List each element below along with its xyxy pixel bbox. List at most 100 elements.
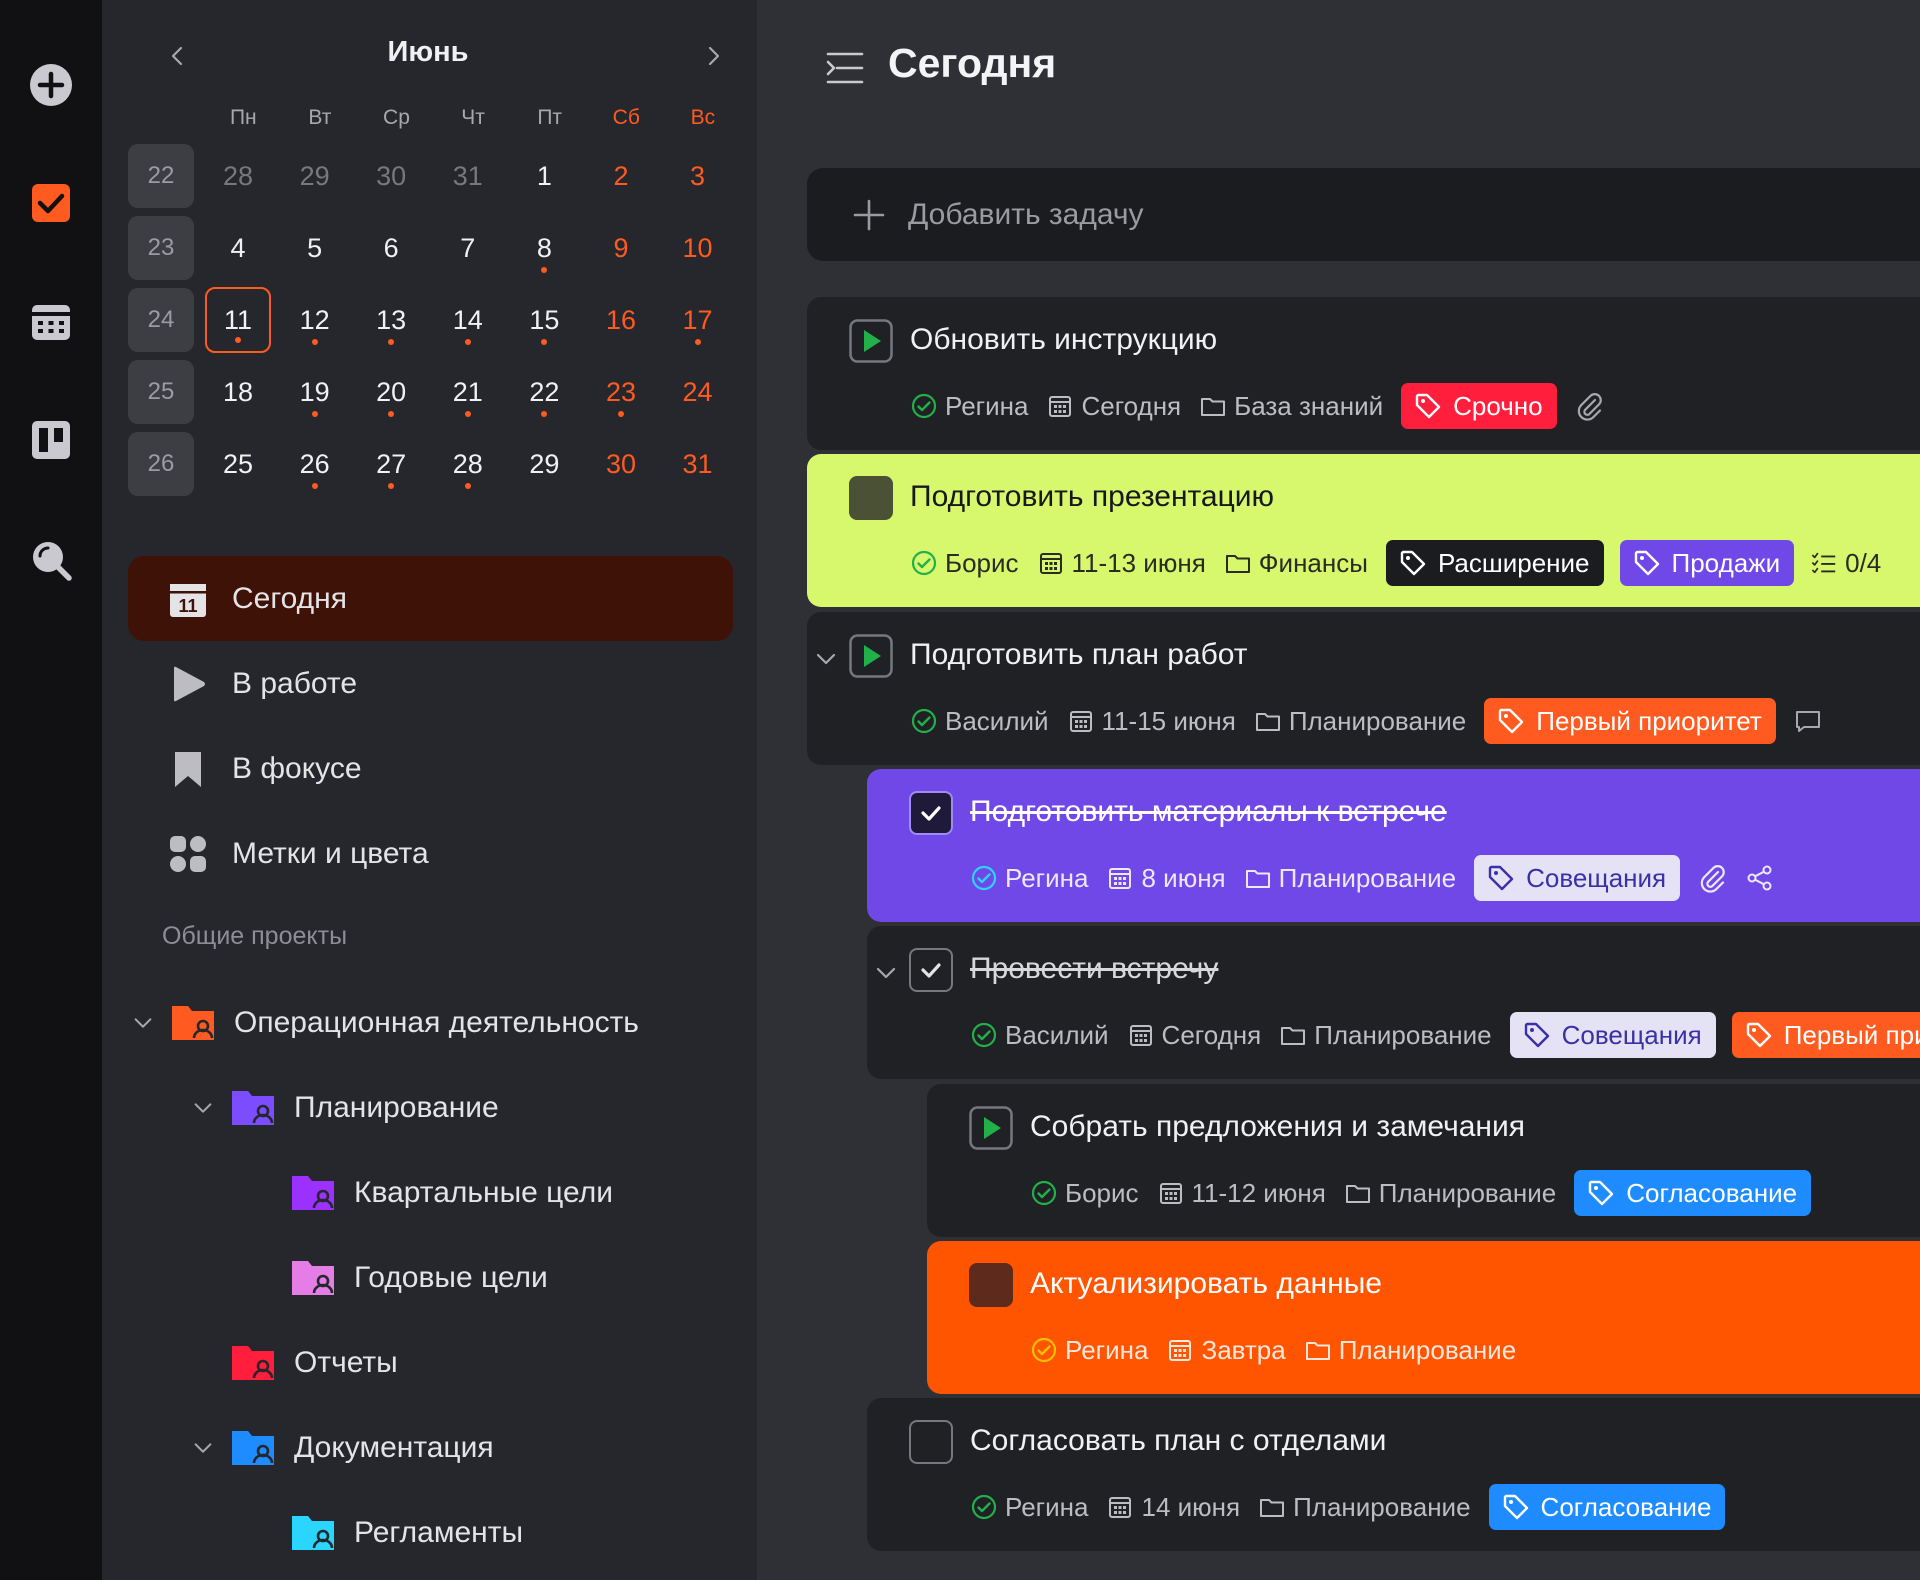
calendar-day[interactable]: 20: [358, 359, 424, 425]
attachment-icon[interactable]: [1573, 390, 1605, 422]
calendar-day[interactable]: 22: [511, 359, 577, 425]
calendar-day[interactable]: 5: [282, 215, 348, 281]
task-row[interactable]: Провести встречу Василий Сегодня Планиро…: [867, 926, 1920, 1079]
add-task-input[interactable]: Добавить задачу: [807, 168, 1920, 261]
calendar-day[interactable]: 26: [282, 431, 348, 497]
task-row[interactable]: Подготовить материалы к встрече Регина 8…: [867, 769, 1920, 922]
tag-approval[interactable]: Согласование: [1488, 1484, 1726, 1530]
tag-first-priority[interactable]: Первый приоритет: [1484, 698, 1776, 744]
project-item-yearly[interactable]: Годовые цели: [290, 1243, 548, 1313]
calendar-day[interactable]: 6: [358, 215, 424, 281]
calendar-day[interactable]: 29: [511, 431, 577, 497]
calendar-day[interactable]: 30: [358, 143, 424, 209]
board-button[interactable]: [26, 415, 76, 465]
share-icon[interactable]: [1744, 862, 1776, 894]
calendar-day[interactable]: 14: [435, 287, 501, 353]
task-checkbox[interactable]: [969, 1263, 1013, 1307]
calendar-day[interactable]: 13: [358, 287, 424, 353]
task-row[interactable]: Собрать предложения и замечания Борис 11…: [927, 1084, 1920, 1237]
tag-urgent[interactable]: Срочно: [1401, 383, 1557, 429]
task-checkbox[interactable]: [909, 791, 953, 835]
calendar-day[interactable]: 15: [511, 287, 577, 353]
tag-meetings[interactable]: Совещания: [1474, 855, 1681, 901]
calendar-day[interactable]: 9: [588, 215, 654, 281]
chevron-down-icon[interactable]: [873, 960, 899, 986]
calendar-day[interactable]: 7: [435, 215, 501, 281]
calendar-day[interactable]: 31: [665, 431, 731, 497]
task-meta: Василий Сегодня Планирование Совещания П…: [970, 1012, 1920, 1058]
search-button[interactable]: [26, 535, 76, 585]
nav-item-tags[interactable]: Метки и цвета: [128, 811, 733, 896]
project-item-regulations[interactable]: Регламенты: [290, 1498, 523, 1568]
calendar-day[interactable]: 4: [205, 215, 271, 281]
calendar-day[interactable]: 3: [665, 143, 731, 209]
project-item-reports[interactable]: Отчеты: [230, 1328, 398, 1398]
task-row[interactable]: Обновить инструкцию Регина Сегодня База …: [807, 297, 1920, 450]
task-checkbox[interactable]: [849, 476, 893, 520]
attachment-icon[interactable]: [1696, 862, 1728, 894]
nav-label: Сегодня: [232, 581, 347, 615]
calendar-day[interactable]: 10: [665, 215, 731, 281]
calendar-day[interactable]: 2: [588, 143, 654, 209]
calendar-day[interactable]: 12: [282, 287, 348, 353]
task-row[interactable]: Подготовить презентацию Борис 11-13 июня…: [807, 454, 1920, 607]
play-status-button[interactable]: [849, 634, 893, 678]
tag-approval[interactable]: Согласование: [1574, 1170, 1812, 1216]
tag-expansion[interactable]: Расширение: [1385, 540, 1604, 586]
calendar-day[interactable]: 28: [435, 431, 501, 497]
project-item-docs[interactable]: Документация: [188, 1413, 494, 1483]
chevron-down-icon[interactable]: [188, 1093, 218, 1123]
day-number: 13: [376, 304, 407, 335]
tag-sales[interactable]: Продажи: [1619, 540, 1795, 586]
chevron-down-icon[interactable]: [188, 1433, 218, 1463]
calendar-day[interactable]: 31: [435, 143, 501, 209]
add-button[interactable]: [26, 60, 76, 110]
folder-icon: [1244, 864, 1272, 892]
calendar-day[interactable]: 1: [511, 143, 577, 209]
chevron-down-icon[interactable]: [813, 646, 839, 672]
menu-collapse-icon[interactable]: [825, 50, 865, 86]
task-title: Собрать предложения и замечания: [1030, 1110, 1525, 1143]
calendar-day[interactable]: 16: [588, 287, 654, 353]
event-dot: [311, 411, 318, 417]
task-row[interactable]: Подготовить план работ Василий 11-15 июн…: [807, 612, 1920, 765]
project-item-operations[interactable]: Операционная деятельность: [128, 988, 639, 1058]
calendar-day[interactable]: 30: [588, 431, 654, 497]
tasks-button[interactable]: [26, 178, 76, 228]
tag-meetings[interactable]: Совещания: [1509, 1012, 1716, 1058]
calendar-day[interactable]: 25: [205, 431, 271, 497]
calendar-day[interactable]: 19: [282, 359, 348, 425]
task-row[interactable]: Согласовать план с отделами Регина 14 ию…: [867, 1398, 1920, 1551]
project-item-quarterly[interactable]: Квартальные цели: [290, 1158, 613, 1228]
calendar-day[interactable]: 8: [511, 215, 577, 281]
tag-first-priority[interactable]: Первый приоритет: [1731, 1012, 1920, 1058]
assignee-check-icon: [910, 549, 938, 577]
calendar-day-today[interactable]: 11: [205, 287, 271, 353]
next-month-button[interactable]: [693, 36, 733, 76]
task-row[interactable]: Актуализировать данные Регина Завтра Пла…: [927, 1241, 1920, 1394]
project-item-planning[interactable]: Планирование: [188, 1073, 499, 1143]
calendar-day[interactable]: 28: [205, 143, 271, 209]
calendar-header: Июнь: [128, 28, 728, 84]
comment-icon[interactable]: [1792, 705, 1824, 737]
calendar-day[interactable]: 24: [665, 359, 731, 425]
task-checkbox[interactable]: [909, 948, 953, 992]
calendar-day[interactable]: 18: [205, 359, 271, 425]
calendar-day[interactable]: 23: [588, 359, 654, 425]
calendar-day[interactable]: 29: [282, 143, 348, 209]
play-status-button[interactable]: [969, 1106, 1013, 1150]
nav-item-today[interactable]: 11 Сегодня: [128, 556, 733, 641]
nav-item-focus[interactable]: В фокусе: [128, 726, 733, 811]
check-icon: [918, 800, 944, 826]
calendar-button[interactable]: [26, 297, 76, 347]
calendar-day[interactable]: 17: [665, 287, 731, 353]
calendar-day[interactable]: 21: [435, 359, 501, 425]
nav-item-in-work[interactable]: В работе: [128, 641, 733, 726]
chevron-down-icon[interactable]: [128, 1008, 158, 1038]
day-number: 18: [222, 376, 254, 407]
day-number: 17: [682, 304, 713, 335]
play-status-button[interactable]: [849, 319, 893, 363]
calendar-day[interactable]: 27: [358, 431, 424, 497]
tag-icon: [1744, 1020, 1774, 1050]
task-checkbox[interactable]: [909, 1420, 953, 1464]
